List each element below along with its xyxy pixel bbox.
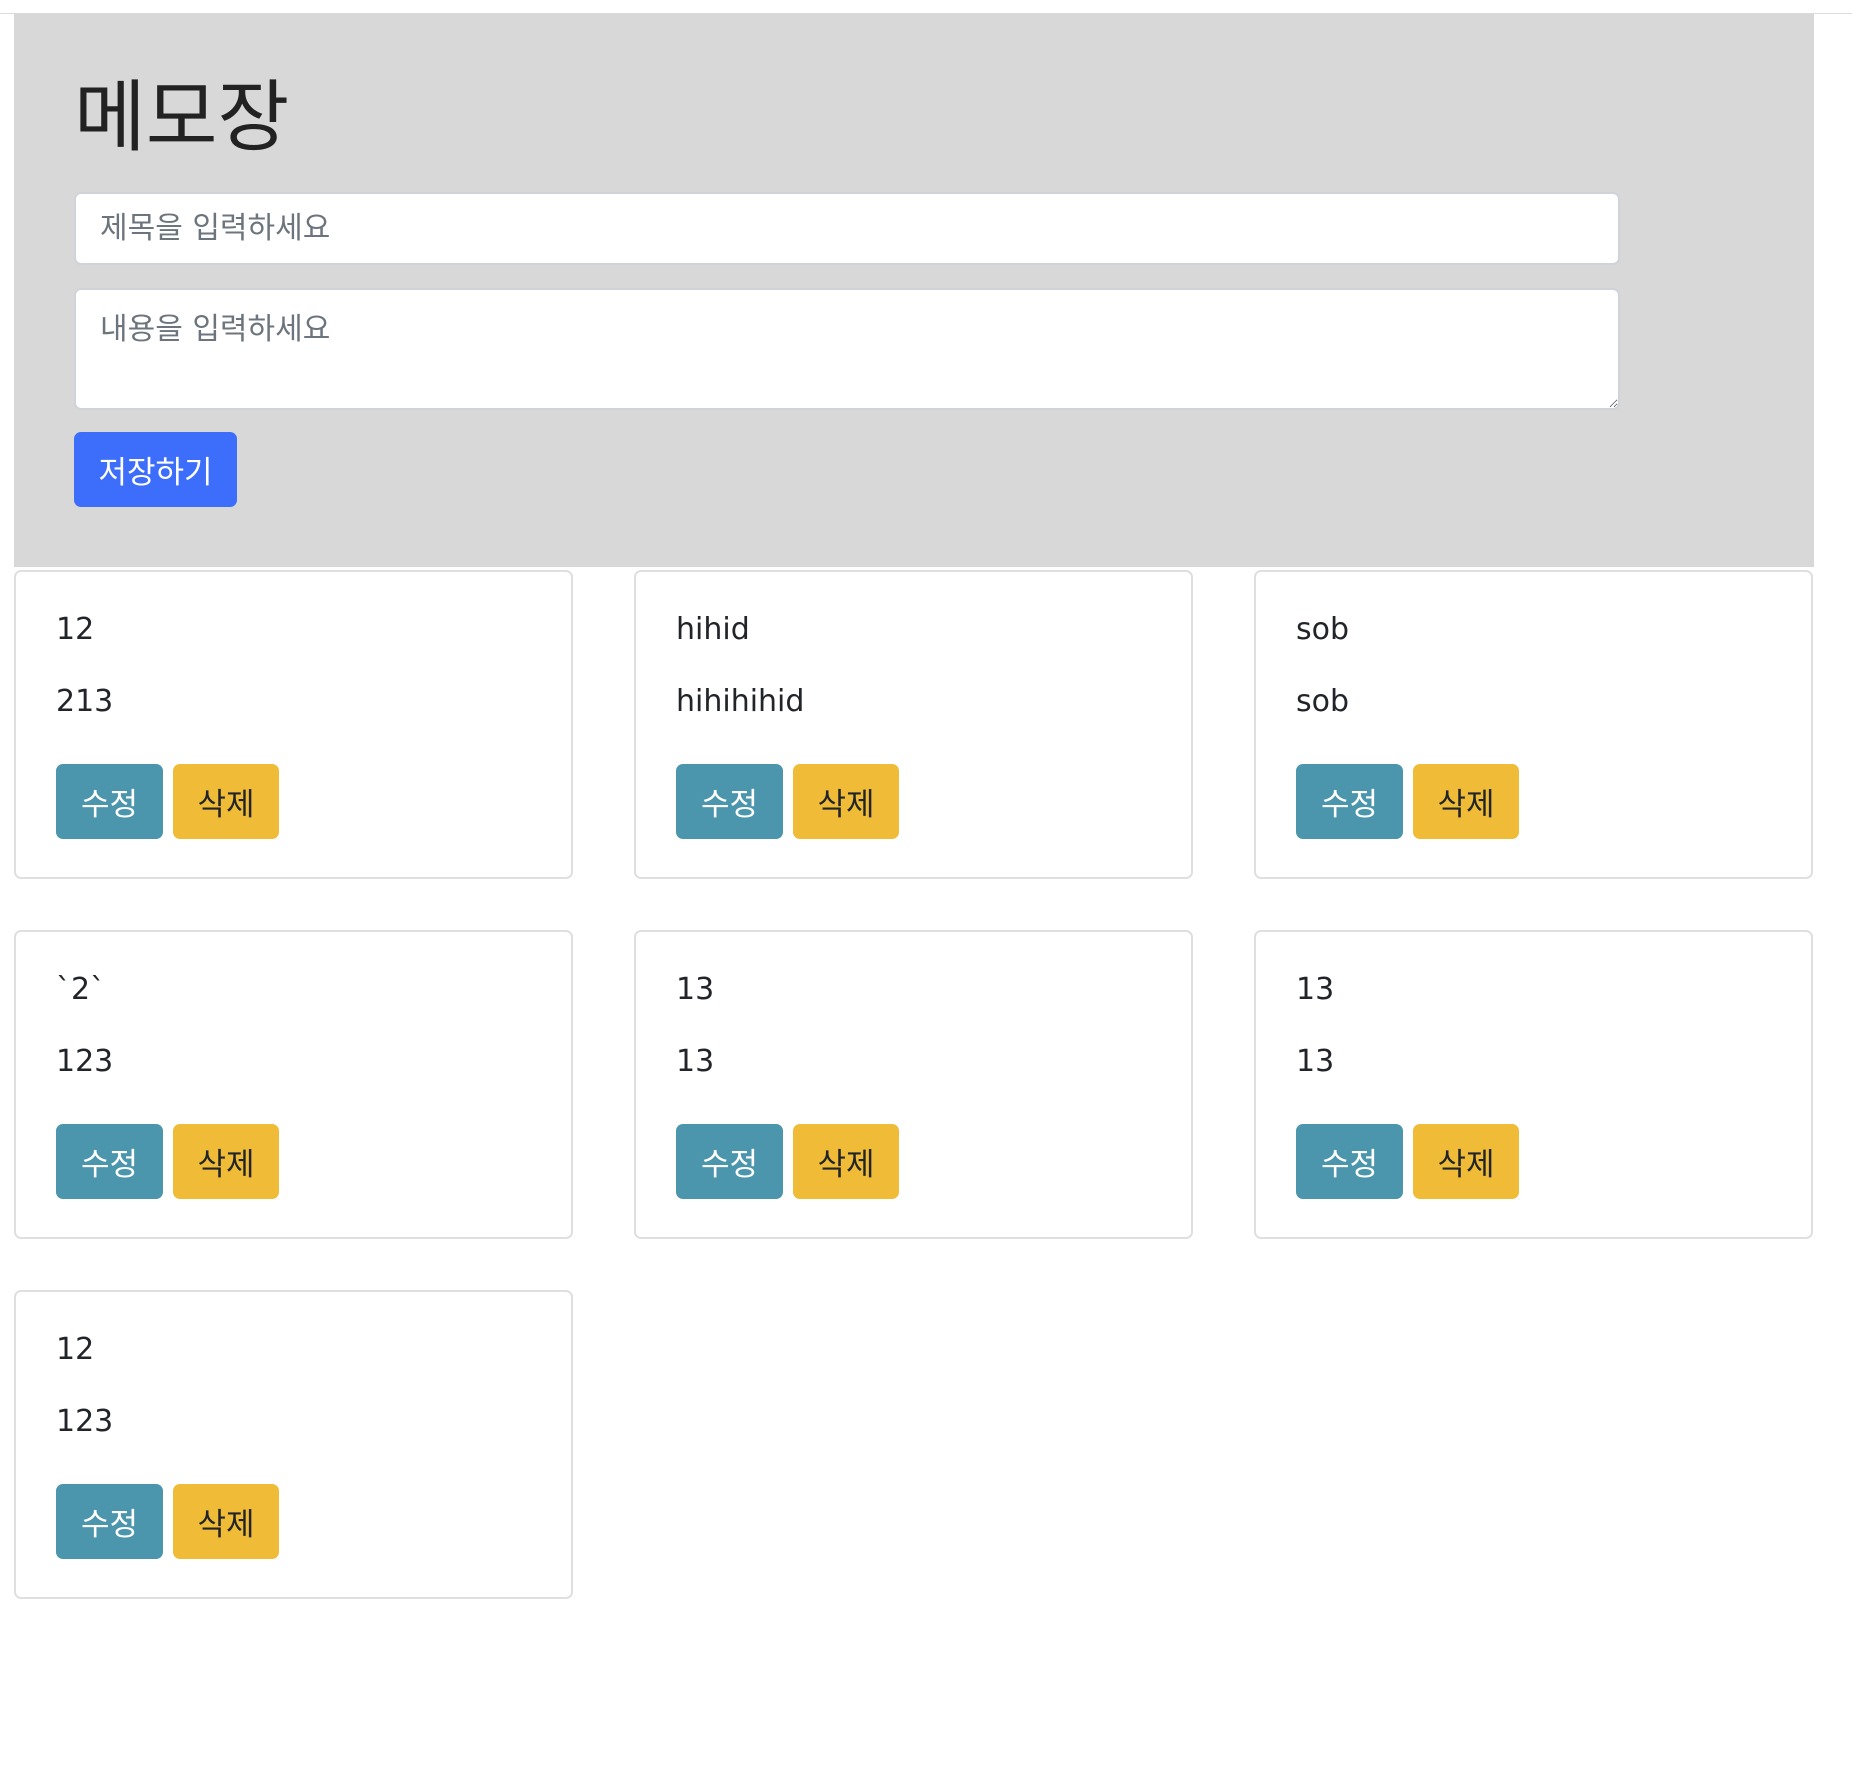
memo-title: `2` — [56, 972, 106, 1007]
memo-card: 12 123 수정 삭제 — [14, 1290, 573, 1599]
page-title: 메모장 — [74, 73, 290, 163]
delete-button[interactable]: 삭제 — [173, 764, 279, 839]
edit-button[interactable]: 수정 — [56, 764, 163, 839]
edit-button[interactable]: 수정 — [676, 1124, 783, 1199]
memo-title: 12 — [56, 1332, 95, 1367]
memo-title: 13 — [676, 972, 715, 1007]
delete-button[interactable]: 삭제 — [1413, 1124, 1519, 1199]
edit-button[interactable]: 수정 — [56, 1124, 163, 1199]
memo-card: `2` 123 수정 삭제 — [14, 930, 573, 1239]
memo-content: 123 — [56, 1044, 114, 1079]
memo-card: 13 13 수정 삭제 — [634, 930, 1193, 1239]
memo-title: 13 — [1296, 972, 1335, 1007]
delete-button[interactable]: 삭제 — [793, 1124, 899, 1199]
memo-card: 12 213 수정 삭제 — [14, 570, 573, 879]
delete-button[interactable]: 삭제 — [793, 764, 899, 839]
edit-button[interactable]: 수정 — [1296, 764, 1403, 839]
memo-form-panel: 메모장 저장하기 — [14, 14, 1814, 567]
memo-content: sob — [1296, 684, 1350, 719]
memo-content: hihihihid — [676, 684, 805, 719]
delete-button[interactable]: 삭제 — [173, 1124, 279, 1199]
memo-card: 13 13 수정 삭제 — [1254, 930, 1813, 1239]
memo-content: 13 — [1296, 1044, 1335, 1079]
memo-content: 213 — [56, 684, 114, 719]
memo-card: hihid hihihihid 수정 삭제 — [634, 570, 1193, 879]
edit-button[interactable]: 수정 — [56, 1484, 163, 1559]
content-textarea[interactable] — [74, 288, 1620, 410]
delete-button[interactable]: 삭제 — [1413, 764, 1519, 839]
title-input[interactable] — [74, 192, 1620, 265]
memo-card: sob sob 수정 삭제 — [1254, 570, 1813, 879]
delete-button[interactable]: 삭제 — [173, 1484, 279, 1559]
edit-button[interactable]: 수정 — [1296, 1124, 1403, 1199]
memo-title: sob — [1296, 612, 1350, 647]
edit-button[interactable]: 수정 — [676, 764, 783, 839]
memo-content: 123 — [56, 1404, 114, 1439]
memo-title: 12 — [56, 612, 95, 647]
memo-title: hihid — [676, 612, 750, 647]
save-button[interactable]: 저장하기 — [74, 432, 237, 507]
memo-content: 13 — [676, 1044, 715, 1079]
